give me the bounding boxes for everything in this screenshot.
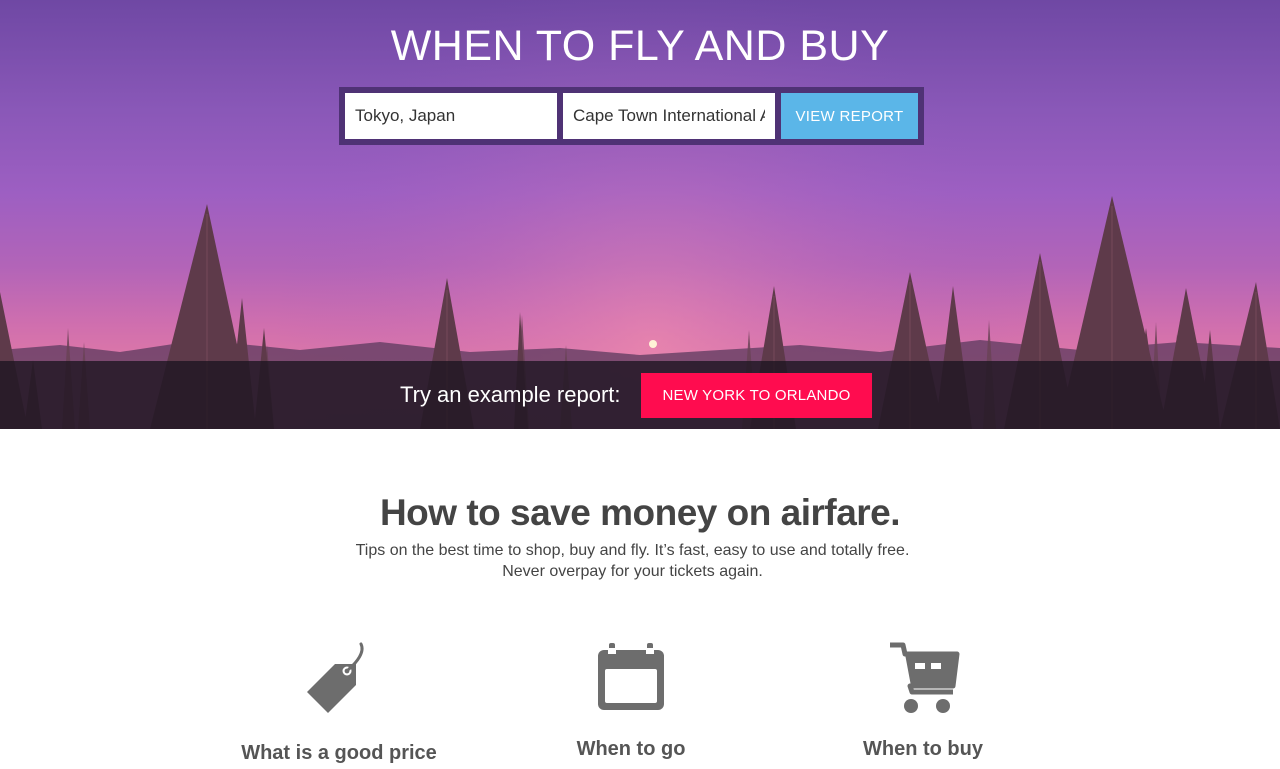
example-report-bar (0, 361, 1280, 429)
hero-banner: WHEN TO FLY AND BUY VIEW REPORT Try an e… (0, 0, 1280, 429)
view-report-button[interactable]: VIEW REPORT (781, 93, 918, 139)
feature-label-when-to-buy: When to buy (863, 738, 983, 760)
feature-good-price[interactable]: What is a good price (209, 640, 469, 764)
feature-label-when-to-go: When to go (576, 738, 686, 760)
feature-when-to-buy[interactable]: When to buy (793, 640, 1053, 760)
shopping-cart-icon (890, 642, 960, 713)
example-report-label: Try an example report: (400, 382, 621, 407)
section-title: How to save money on airfare. (379, 492, 901, 533)
feature-when-to-go[interactable]: When to go (501, 640, 761, 760)
destination-input[interactable] (563, 93, 775, 139)
price-tag-icon (307, 642, 364, 713)
example-report-button[interactable]: NEW YORK TO ORLANDO (641, 373, 872, 418)
hero-title: WHEN TO FLY AND BUY (390, 22, 890, 70)
origin-input[interactable] (345, 93, 557, 139)
route-search-form: VIEW REPORT (339, 87, 924, 145)
section-subtitle: Tips on the best time to shop, buy and f… (355, 542, 910, 580)
feature-label-good-price: What is a good price (241, 742, 437, 764)
calendar-icon (598, 643, 664, 710)
